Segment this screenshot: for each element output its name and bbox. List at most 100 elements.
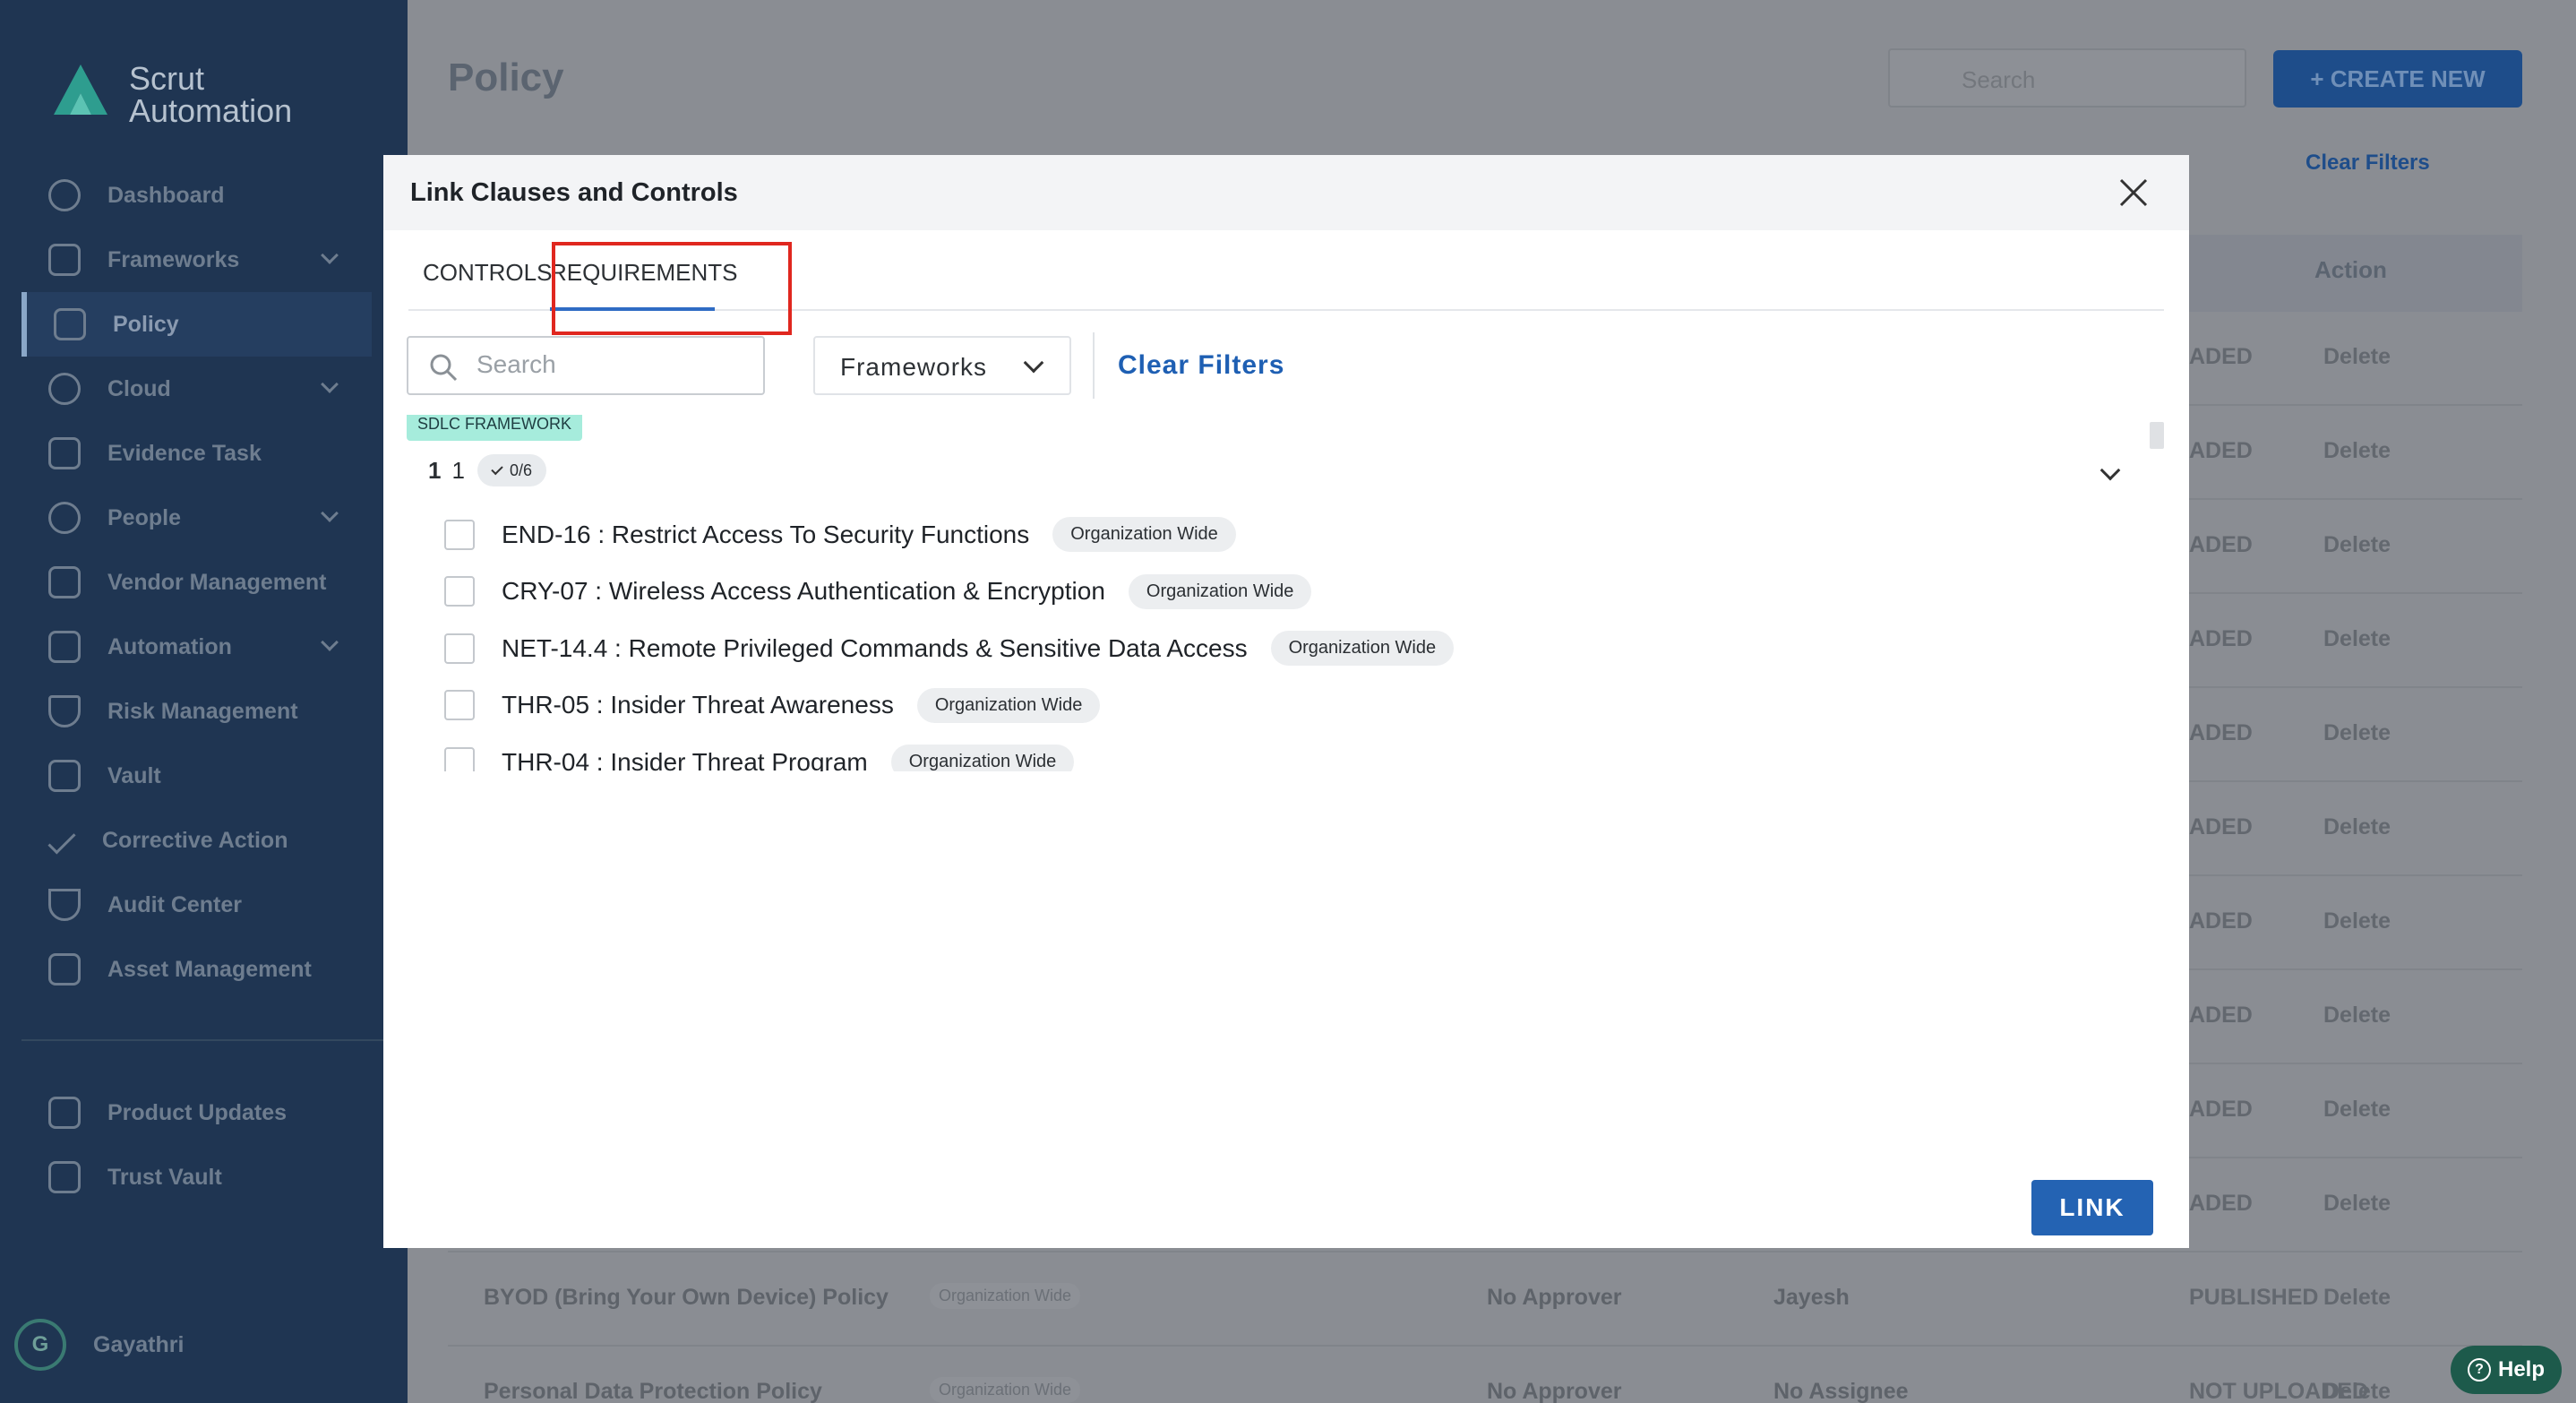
delete-button[interactable]: Delete — [2323, 1379, 2391, 1403]
requirement-checkbox[interactable] — [444, 746, 475, 771]
delete-button[interactable]: Delete — [2323, 720, 2391, 746]
sidebar-nav: Dashboard Frameworks Policy Cloud Eviden… — [0, 163, 408, 1002]
sidebar-item-people[interactable]: People — [0, 486, 408, 550]
chevron-down-icon — [321, 504, 339, 522]
clear-filters-link[interactable]: Clear Filters — [1118, 350, 1284, 381]
page-title: Policy — [448, 56, 564, 99]
progress-badge: 0/6 — [477, 454, 546, 486]
delete-button[interactable]: Delete — [2323, 532, 2391, 558]
requirement-checkbox[interactable] — [444, 519, 475, 550]
cloud-icon — [48, 373, 81, 405]
requirement-item: THR-04 : Insider Threat Program Organizat… — [444, 745, 1075, 772]
flag-icon — [48, 1161, 81, 1193]
sidebar-item-label: Evidence Task — [107, 440, 262, 466]
sidebar-item-asset-management[interactable]: Asset Management — [0, 937, 408, 1002]
status-cell: ADED — [2189, 438, 2253, 463]
sidebar-item-vendor-management[interactable]: Vendor Management — [0, 550, 408, 615]
delete-button[interactable]: Delete — [2323, 1285, 2391, 1311]
sidebar: Scrut Automation Dashboard Frameworks Po… — [0, 0, 408, 1403]
create-new-button[interactable]: + CREATE NEW — [2273, 50, 2522, 108]
requirement-checkbox[interactable] — [444, 690, 475, 720]
brand-name-line2: Automation — [129, 92, 293, 129]
action-column-header: Action — [2314, 256, 2387, 283]
sidebar-item-label: Policy — [113, 311, 179, 337]
page-search-input[interactable]: Search — [1888, 48, 2246, 108]
help-label: Help — [2497, 1357, 2545, 1381]
delete-button[interactable]: Delete — [2323, 1003, 2391, 1029]
help-button[interactable]: ? Help — [2451, 1346, 2562, 1394]
sidebar-item-audit-center[interactable]: Audit Center — [0, 873, 408, 937]
sidebar-item-trust-vault[interactable]: Trust Vault — [0, 1145, 408, 1209]
requirement-checkbox[interactable] — [444, 576, 475, 607]
requirement-label: THR-04 : Insider Threat Program — [502, 747, 868, 772]
policy-name[interactable]: Personal Data Protection Policy — [484, 1379, 822, 1403]
section-name: 1 — [451, 456, 465, 484]
requirement-checkbox[interactable] — [444, 633, 475, 664]
status-cell: ADED — [2189, 344, 2253, 369]
sidebar-item-product-updates[interactable]: Product Updates — [0, 1080, 408, 1145]
requirements-list: SDLC FRAMEWORK 1 1 0/6 END-16 : Restrict Acc… — [383, 415, 2161, 771]
sidebar-item-corrective-action[interactable]: Corrective Action — [0, 808, 408, 873]
sidebar-item-label: Vault — [107, 762, 161, 788]
table-row[interactable]: Personal Data Protection Policy Organizat… — [448, 1347, 2522, 1403]
scope-badge: Organization Wide — [930, 1283, 1081, 1309]
status-cell: ADED — [2189, 1003, 2253, 1028]
scope-badge: Organization Wide — [930, 1377, 1081, 1403]
chevron-down-icon[interactable] — [2099, 460, 2121, 481]
megaphone-icon — [48, 1097, 81, 1129]
sidebar-item-label: Corrective Action — [102, 827, 288, 853]
delete-button[interactable]: Delete — [2323, 1097, 2391, 1123]
requirements-search[interactable] — [407, 336, 765, 395]
modal-title: Link Clauses and Controls — [410, 178, 738, 207]
dashboard-icon — [48, 179, 81, 211]
sidebar-item-evidence-task[interactable]: Evidence Task — [0, 421, 408, 486]
sidebar-item-frameworks[interactable]: Frameworks — [0, 228, 408, 292]
section-number: 1 — [428, 456, 442, 484]
frameworks-icon — [48, 244, 81, 276]
sidebar-item-label: Vendor Management — [107, 569, 327, 595]
sidebar-item-dashboard[interactable]: Dashboard — [0, 163, 408, 228]
close-icon[interactable] — [2117, 176, 2150, 209]
delete-button[interactable]: Delete — [2323, 626, 2391, 652]
sidebar-item-label: People — [107, 504, 181, 530]
delete-button[interactable]: Delete — [2323, 1191, 2391, 1217]
delete-button[interactable]: Delete — [2323, 438, 2391, 464]
stethoscope-icon — [48, 889, 81, 921]
tab-controls[interactable]: CONTROLS — [423, 230, 552, 311]
sidebar-item-cloud[interactable]: Cloud — [0, 357, 408, 421]
requirement-item: THR-05 : Insider Threat Awareness Organiz… — [444, 687, 1101, 723]
scope-badge: Organization Wide — [1270, 631, 1455, 666]
sidebar-item-label: Dashboard — [107, 182, 225, 208]
sidebar-item-vault[interactable]: Vault — [0, 744, 408, 808]
automation-icon — [48, 631, 81, 663]
scope-badge: Organization Wide — [890, 745, 1075, 771]
sidebar-item-label: Product Updates — [107, 1099, 288, 1125]
policy-icon — [54, 308, 86, 340]
sidebar-item-policy[interactable]: Policy — [21, 292, 372, 357]
check-icon — [47, 826, 76, 855]
frameworks-dropdown[interactable]: Frameworks — [813, 336, 1071, 395]
scope-badge: Organization Wide — [916, 687, 1101, 723]
sidebar-item-automation[interactable]: Automation — [0, 615, 408, 679]
search-input[interactable] — [477, 350, 745, 379]
delete-button[interactable]: Delete — [2323, 344, 2391, 370]
requirement-section-header[interactable]: 1 1 0/6 — [428, 454, 546, 486]
status-cell: ADED — [2189, 1191, 2253, 1216]
status-cell: PUBLISHED — [2189, 1285, 2319, 1310]
shield-icon — [48, 695, 81, 727]
policy-name[interactable]: BYOD (Bring Your Own Device) Policy — [484, 1285, 889, 1311]
requirement-item: END-16 : Restrict Access To Security Fun… — [444, 517, 1236, 552]
delete-button[interactable]: Delete — [2323, 908, 2391, 934]
assignee-cell: No Assignee — [1773, 1379, 1909, 1403]
table-row[interactable]: BYOD (Bring Your Own Device) Policy Organ… — [448, 1252, 2522, 1347]
brand-logo[interactable]: Scrut Automation — [45, 59, 292, 131]
page-clear-filters-link[interactable]: Clear Filters — [2306, 151, 2430, 176]
list-scrollbar[interactable] — [2150, 422, 2164, 449]
delete-button[interactable]: Delete — [2323, 814, 2391, 840]
vault-icon — [48, 760, 81, 792]
sidebar-item-risk-management[interactable]: Risk Management — [0, 679, 408, 744]
user-profile[interactable]: G Gayathri — [14, 1319, 184, 1371]
sidebar-item-label: Frameworks — [107, 246, 240, 272]
link-button[interactable]: LINK — [2031, 1180, 2153, 1235]
evidence-icon — [48, 437, 81, 469]
